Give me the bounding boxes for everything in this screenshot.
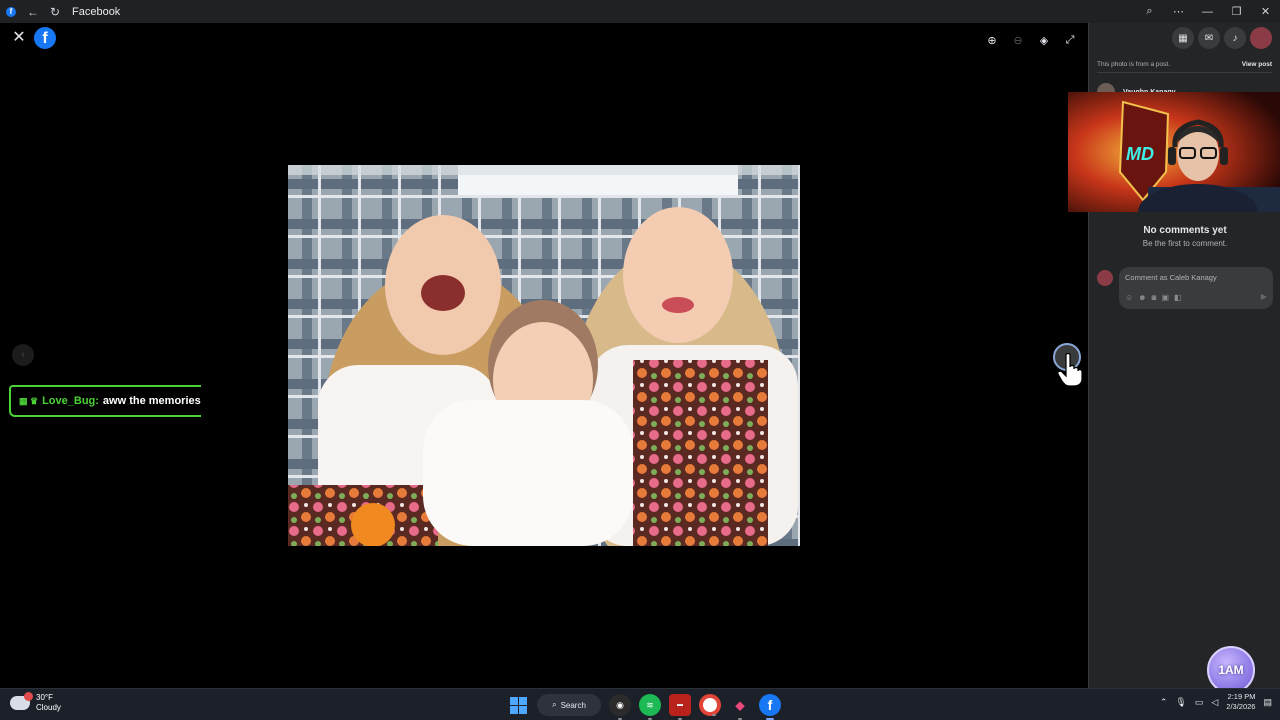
avatar-sticker-icon[interactable]: ☺: [1125, 293, 1133, 302]
facebook-app-icon[interactable]: f: [759, 694, 781, 720]
zoom-icon[interactable]: ⌕: [1135, 0, 1164, 23]
close-viewer-button[interactable]: ✕: [10, 29, 28, 47]
windows-logo-icon: [509, 696, 527, 714]
commenter-avatar: [1097, 270, 1113, 286]
webcam-logo-text: MD: [1126, 144, 1154, 164]
chat-message-text: aww the memories: [102, 395, 201, 407]
messenger-icon[interactable]: ✉: [1198, 27, 1220, 49]
clock-date: 2/3/2026: [1226, 702, 1256, 711]
close-window-button[interactable]: ✕: [1251, 0, 1280, 23]
notifications-icon[interactable]: ▤: [1263, 697, 1272, 708]
no-comments-title: No comments yet: [1143, 225, 1227, 236]
chat-username: Love_Bug:: [42, 395, 99, 407]
browser-titlebar: f ← ↻ Facebook ⌕ ⋯ — ❐ ✕: [0, 0, 1280, 23]
stream-chat-message: ▦ ♛ Love_Bug: aww the memories: [9, 385, 201, 417]
camera-icon[interactable]: ◙: [1152, 293, 1157, 302]
profile-avatar[interactable]: [1250, 27, 1272, 49]
taskbar-search[interactable]: ⌕ Search: [537, 694, 601, 716]
reload-button[interactable]: ↻: [44, 0, 66, 23]
photo-image: [288, 165, 800, 546]
sidebar-header: ▦ ✉ ♪: [1089, 23, 1280, 53]
chat-badges: ▦ ♛: [19, 395, 39, 406]
photo-source-text: This photo is from a post.: [1097, 60, 1170, 68]
fullscreen-icon[interactable]: ⤢: [1060, 30, 1080, 50]
facebook-favicon-icon: f: [0, 0, 22, 23]
taskbar-clock[interactable]: 2:19 PM 2/3/2026: [1226, 692, 1255, 712]
weather-description: Cloudy: [36, 703, 61, 712]
minimize-button[interactable]: —: [1193, 0, 1222, 23]
notifications-bell-icon[interactable]: ♪: [1224, 27, 1246, 49]
facebook-logo-icon[interactable]: f: [34, 27, 56, 49]
no-comments-panel: No comments yet Be the first to comment.: [1089, 225, 1280, 248]
microphone-icon[interactable]: 🎙: [1175, 697, 1186, 708]
webcam-overlay: MD: [1068, 92, 1280, 212]
weather-temperature: 30°F: [36, 693, 53, 702]
previous-photo-button[interactable]: ‹: [12, 344, 34, 366]
more-options-button[interactable]: ⋯: [1164, 0, 1193, 23]
comment-tools: ☺ ☻ ◙ ▣ ◧: [1125, 293, 1182, 302]
search-label: Search: [560, 700, 586, 710]
clock-time: 2:19 PM: [1227, 692, 1256, 701]
gif-icon[interactable]: ▣: [1161, 293, 1169, 302]
comment-placeholder: Comment as Caleb Kanagy: [1125, 273, 1217, 282]
menu-grid-icon[interactable]: ▦: [1172, 27, 1194, 49]
webcam-feed: MD: [1068, 92, 1280, 212]
location-pin-app-icon[interactable]: ⬥: [729, 694, 751, 720]
search-icon: ⌕: [552, 700, 557, 709]
back-button[interactable]: ←: [22, 0, 44, 23]
show-hidden-icons-icon[interactable]: ⌃: [1160, 697, 1168, 708]
no-comments-subtitle: Be the first to comment.: [1142, 239, 1228, 248]
comment-composer: Comment as Caleb Kanagy ☺ ☻ ◙ ▣ ◧ ▶: [1097, 267, 1273, 309]
post-photo: [288, 165, 800, 546]
volume-icon[interactable]: ◁: [1211, 697, 1218, 708]
window-title: Facebook: [72, 5, 121, 18]
spotify-app-icon[interactable]: ≋: [639, 694, 661, 720]
sticker-icon[interactable]: ◧: [1174, 293, 1182, 302]
windows-taskbar: 30°F Cloudy ⌕ Search ◉ ≋ ▬ ⬥ f ⌃ 🎙 ▭ ◁ 2…: [0, 688, 1280, 720]
photo-viewer: ✕ f ⊕ ⊖ ◈ ⤢ ‹ ▦ ♛ Love_Bug: aww the memo…: [0, 23, 1088, 688]
streamer-badge: 1AM: [1207, 646, 1255, 694]
start-button[interactable]: [507, 694, 529, 716]
tag-icon[interactable]: ◈: [1034, 30, 1054, 50]
send-comment-icon[interactable]: ▶: [1261, 292, 1267, 301]
network-icon[interactable]: ▭: [1195, 697, 1204, 708]
system-tray: ⌃ 🎙 ▭ ◁ 2:19 PM 2/3/2026 ▤: [1160, 692, 1272, 712]
photo-source-note: This photo is from a post. View post: [1097, 59, 1272, 73]
comment-input[interactable]: Comment as Caleb Kanagy ☺ ☻ ◙ ▣ ◧ ▶: [1119, 267, 1273, 309]
weather-widget[interactable]: 30°F Cloudy: [10, 692, 61, 713]
cloudy-weather-icon: [10, 692, 33, 710]
chrome-app-icon[interactable]: [699, 694, 721, 716]
taskbar-apps: ⌕ Search ◉ ≋ ▬ ⬥ f: [507, 694, 781, 720]
emoji-icon[interactable]: ☻: [1138, 293, 1146, 302]
hand-cursor-icon: [1057, 353, 1083, 387]
restore-button[interactable]: ❐: [1222, 0, 1251, 23]
view-post-link[interactable]: View post: [1242, 61, 1272, 68]
zoom-out-icon[interactable]: ⊖: [1008, 30, 1028, 50]
voice-app-icon[interactable]: ▬: [669, 694, 691, 720]
viewer-toolbar: ⊕ ⊖ ◈ ⤢: [982, 30, 1080, 50]
obs-app-icon[interactable]: ◉: [609, 694, 631, 720]
zoom-in-icon[interactable]: ⊕: [982, 30, 1002, 50]
